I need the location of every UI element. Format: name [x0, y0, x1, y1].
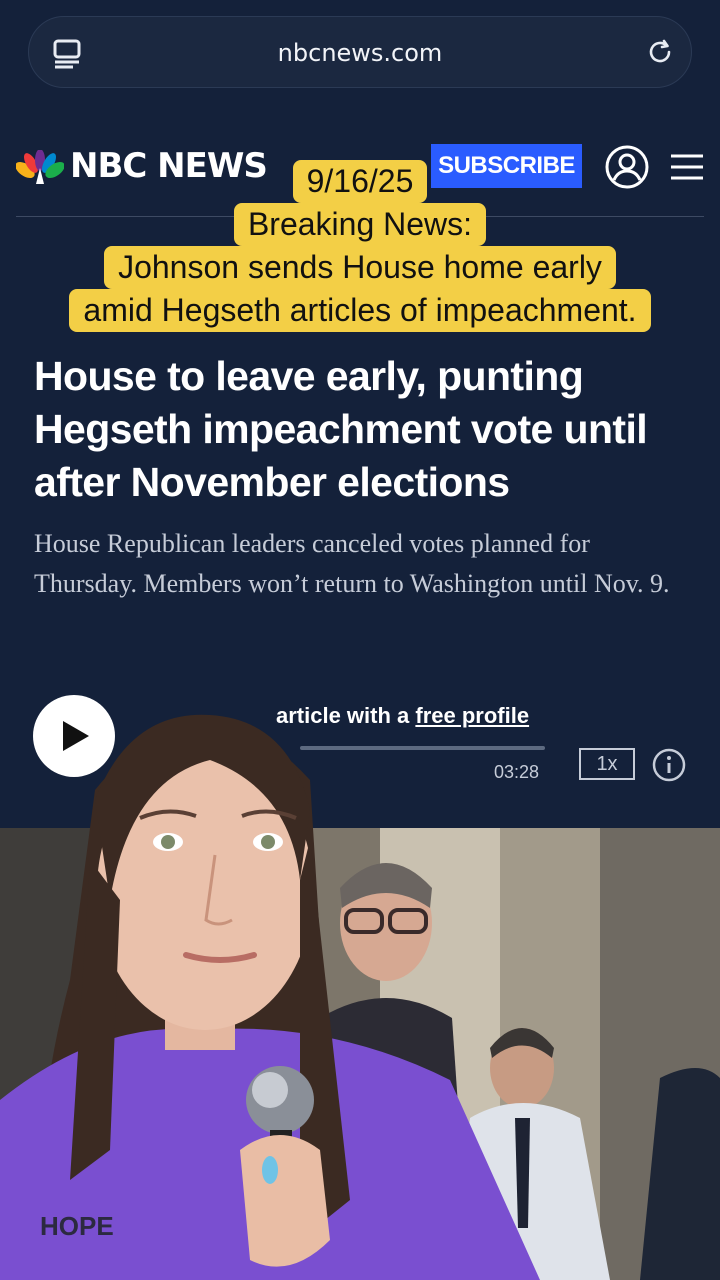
caption-line-1: Johnson sends House home early	[104, 246, 616, 289]
caption-date: 9/16/25	[292, 160, 428, 203]
caption-label: Breaking News:	[233, 203, 487, 246]
svg-text:HOPE: HOPE	[40, 1211, 114, 1241]
url-text[interactable]: nbcnews.com	[29, 39, 691, 67]
breaking-news-caption: 9/16/25 Breaking News: Johnson sends Hou…	[0, 160, 720, 332]
article-dek: House Republican leaders canceled votes …	[34, 529, 670, 598]
playback-speed-button[interactable]: 1x	[579, 748, 635, 780]
article-headline: House to leave early, punting Hegseth im…	[34, 353, 648, 505]
caption-line-2: amid Hegseth articles of impeachment.	[69, 289, 651, 332]
presenter-overlay: HOPE	[0, 714, 540, 1280]
info-icon[interactable]	[652, 748, 686, 782]
address-bar[interactable]: nbcnews.com	[28, 16, 692, 88]
reload-icon[interactable]	[645, 37, 675, 67]
